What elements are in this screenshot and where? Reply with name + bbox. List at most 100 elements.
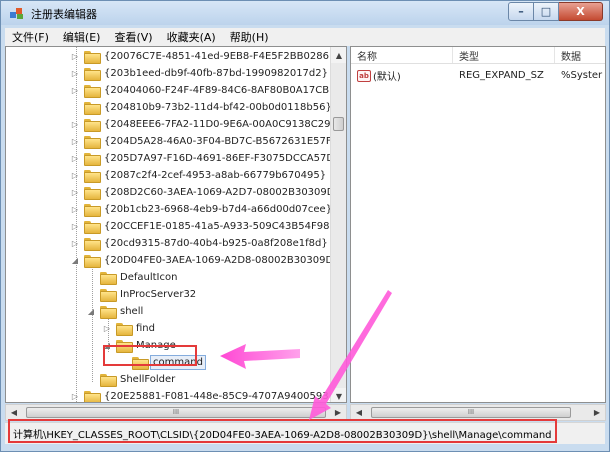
expand-arrow-icon[interactable]: ▷ (70, 137, 80, 146)
tree-item-key[interactable]: ▷ {20b1cb23-6968-4eb9-b7d4-a66d00d07cee} (70, 201, 334, 218)
minimize-button[interactable]: – (508, 2, 534, 21)
folder-icon (84, 238, 101, 251)
expand-arrow-icon[interactable]: ▷ (70, 52, 80, 61)
expand-arrow-icon[interactable]: ▷ (70, 205, 80, 214)
folder-icon (100, 374, 117, 387)
folder-icon (84, 119, 101, 132)
folder-icon (84, 136, 101, 149)
tree-item-key[interactable]: {204810b9-73b2-11d4-bf42-00b0d0118b56} (70, 99, 334, 116)
tree-item-find[interactable]: ▷ find (102, 320, 157, 337)
folder-icon (84, 85, 101, 98)
folder-icon (84, 102, 101, 115)
values-list-pane[interactable]: 名称 类型 数据 ab (默认) REG_EXPAND_SZ %Syster (350, 46, 606, 403)
tree-item-label: {20CCEF1E-0185-41a5-A933-509C43B54F98} (104, 221, 336, 232)
title-bar[interactable]: 注册表编辑器 – □ X (1, 1, 609, 25)
tree-item-shell[interactable]: ◢ shell (86, 303, 145, 320)
expand-arrow-icon[interactable]: ▷ (70, 188, 80, 197)
tree-item-label: {204D5A28-46A0-3F04-BD7C-B5672631E57F} (104, 136, 339, 147)
scroll-left-arrow-icon[interactable]: ◀ (351, 405, 367, 420)
window-title: 注册表编辑器 (31, 8, 97, 21)
tree-item-label: {203b1eed-db9f-40fb-87bd-1990982017d2} (104, 68, 328, 79)
scrollbar-thumb[interactable]: III (371, 407, 571, 418)
tree-item-key[interactable]: ▷ {203b1eed-db9f-40fb-87bd-1990982017d2} (70, 65, 330, 82)
menu-bar: 文件(F) 编辑(E) 查看(V) 收藏夹(A) 帮助(H) (5, 28, 605, 46)
expand-arrow-icon[interactable]: ▷ (70, 239, 80, 248)
highlight-box-status-path (8, 419, 557, 443)
expand-arrow-icon[interactable]: ▷ (70, 120, 80, 129)
tree-item-label: InProcServer32 (120, 289, 197, 300)
highlight-box-command (103, 345, 197, 366)
tree-item-key[interactable]: ▷ {205D7A97-F16D-4691-86EF-F3075DCCA57D} (70, 150, 342, 167)
tree-item-key[interactable]: ▷ {20cd9315-87d0-40b4-b925-0a8f208e1f8d} (70, 235, 330, 252)
folder-icon (84, 170, 101, 183)
registry-editor-icon (10, 8, 23, 19)
expand-arrow-icon[interactable]: ▷ (102, 324, 112, 333)
tree-item-shellfolder[interactable]: ShellFolder (86, 371, 177, 388)
value-name: (默认) (373, 72, 401, 83)
folder-icon (84, 221, 101, 234)
tree-item-label: {20b1cb23-6968-4eb9-b7d4-a66d00d07cee} (104, 204, 333, 215)
tree-item-label: shell (120, 306, 144, 317)
scroll-right-arrow-icon[interactable]: ▶ (589, 405, 605, 420)
tree-item-key[interactable]: ▷ {208D2C60-3AEA-1069-A2D7-08002B30309D} (70, 184, 343, 201)
tree-vertical-scrollbar[interactable]: ▲ ▼ (330, 47, 346, 402)
scrollbar-thumb[interactable]: III (26, 407, 326, 418)
registry-editor-window: 注册表编辑器 – □ X 文件(F) 编辑(E) 查看(V) 收藏夹(A) 帮助… (0, 0, 610, 452)
collapse-arrow-icon[interactable]: ◢ (70, 256, 80, 265)
list-header: 名称 类型 数据 (351, 47, 605, 64)
folder-icon (84, 391, 101, 402)
expand-arrow-icon[interactable]: ▷ (70, 222, 80, 231)
scroll-up-arrow-icon[interactable]: ▲ (331, 47, 346, 63)
menu-edit[interactable]: 编辑(E) (56, 29, 108, 45)
column-header-type[interactable]: 类型 (453, 47, 555, 63)
tree-item-key[interactable]: ▷ {204D5A28-46A0-3F04-BD7C-B5672631E57F} (70, 133, 340, 150)
tree-item-key[interactable]: ▷ {20E25881-F081-448e-85C9-4707A9400593} (70, 388, 337, 402)
tree-item-key[interactable]: ▷ {20076C7E-4851-41ed-9EB8-F4E5F2BB0286} (70, 48, 337, 65)
tree-item-label: DefaultIcon (120, 272, 178, 283)
folder-icon (84, 255, 101, 268)
menu-view[interactable]: 查看(V) (107, 29, 159, 45)
tree-item-label: {20404060-F24F-4F89-84C6-8AF80B0A17CB} (104, 85, 336, 96)
tree-item-key[interactable]: ▷ {20404060-F24F-4F89-84C6-8AF80B0A17CB} (70, 82, 338, 99)
scroll-down-arrow-icon[interactable]: ▼ (331, 388, 346, 402)
tree-item-label: {205D7A97-F16D-4691-86EF-F3075DCCA57D} (104, 153, 341, 164)
expand-arrow-icon[interactable]: ▷ (70, 69, 80, 78)
value-name-cell: ab (默认) (351, 68, 453, 83)
menu-file[interactable]: 文件(F) (5, 29, 56, 45)
expand-arrow-icon[interactable]: ▷ (70, 392, 80, 401)
tree-item-label: {20cd9315-87d0-40b4-b925-0a8f208e1f8d} (104, 238, 328, 249)
value-data: %Syster (561, 70, 603, 81)
tree-item-label: ShellFolder (120, 374, 176, 385)
tree-item-label: {208D2C60-3AEA-1069-A2D7-08002B30309D} (104, 187, 341, 198)
tree-item-key[interactable]: ▷ {2048EEE6-7FA2-11D0-9E6A-00A0C9138C29} (70, 116, 339, 133)
tree-item-label: {20D04FE0-3AEA-1069-A2D8-08002B30309D} (104, 255, 340, 266)
folder-icon (116, 323, 133, 336)
folder-icon (84, 51, 101, 64)
menu-favorites[interactable]: 收藏夹(A) (160, 29, 223, 45)
tree-item-label: find (136, 323, 155, 334)
tree-item-key[interactable]: ▷ {2087c2f4-2cef-4953-a8ab-66779b670495} (70, 167, 328, 184)
tree-item-label: {20076C7E-4851-41ed-9EB8-F4E5F2BB0286} (104, 51, 336, 62)
folder-icon (100, 306, 117, 319)
tree-item-defaulticon[interactable]: DefaultIcon (86, 269, 179, 286)
expand-arrow-icon[interactable]: ▷ (70, 86, 80, 95)
folder-icon (84, 187, 101, 200)
expand-arrow-icon[interactable]: ▷ (70, 171, 80, 180)
tree-item-inprocserver32[interactable]: InProcServer32 (86, 286, 198, 303)
scrollbar-thumb[interactable] (333, 117, 344, 131)
column-header-name[interactable]: 名称 (351, 47, 453, 63)
scroll-right-arrow-icon[interactable]: ▶ (330, 405, 346, 420)
tree-item-label: {2087c2f4-2cef-4953-a8ab-66779b670495} (104, 170, 327, 181)
tree-item-label: {2048EEE6-7FA2-11D0-9E6A-00A0C9138C29} (104, 119, 337, 130)
close-button[interactable]: X (559, 2, 603, 21)
scroll-left-arrow-icon[interactable]: ◀ (6, 405, 22, 420)
column-header-data[interactable]: 数据 (555, 47, 605, 63)
tree-item-key[interactable]: ▷ {20CCEF1E-0185-41a5-A933-509C43B54F98} (70, 218, 338, 235)
collapse-arrow-icon[interactable]: ◢ (86, 307, 96, 316)
list-item[interactable]: ab (默认) REG_EXPAND_SZ %Syster (351, 67, 605, 84)
folder-icon (100, 289, 117, 302)
tree-item-key-expanded[interactable]: ◢ {20D04FE0-3AEA-1069-A2D8-08002B30309D} (70, 252, 342, 269)
maximize-button[interactable]: □ (534, 2, 559, 21)
menu-help[interactable]: 帮助(H) (223, 29, 276, 45)
expand-arrow-icon[interactable]: ▷ (70, 154, 80, 163)
